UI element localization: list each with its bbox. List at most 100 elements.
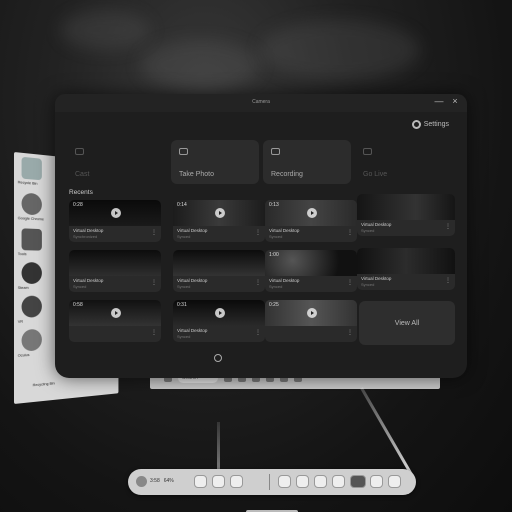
minimize-button[interactable]: — — [433, 96, 445, 106]
recent-video-card[interactable]: Virtual Desktop Synced ⋮ — [357, 194, 455, 236]
video-title: Virtual Desktop — [73, 278, 104, 283]
video-thumbnail — [357, 248, 455, 274]
browser-icon[interactable] — [314, 475, 327, 488]
video-subtitle: Synced — [177, 284, 191, 289]
desktop-icon-label: Recycle Bin — [17, 179, 38, 186]
people-icon[interactable] — [230, 475, 243, 488]
more-icon[interactable]: ⋮ — [347, 229, 353, 236]
video-subtitle: Synced — [361, 282, 375, 287]
video-subtitle: Synced — [177, 234, 191, 239]
more-icon[interactable]: ⋮ — [151, 229, 157, 236]
window-title: Camera — [252, 99, 270, 105]
sky-cloud — [260, 20, 420, 80]
recent-video-card[interactable]: Virtual Desktop Synced ⋮ — [69, 250, 161, 292]
take-photo-button[interactable]: Take Photo — [171, 140, 259, 184]
play-icon[interactable] — [307, 208, 317, 218]
video-duration: 1:00 — [269, 252, 279, 258]
more-icon[interactable]: ⋮ — [255, 279, 261, 286]
more-icon[interactable]: ⋮ — [151, 329, 157, 336]
video-thumbnail — [357, 194, 455, 220]
window-grab-handle-icon[interactable] — [214, 354, 222, 362]
video-title: Virtual Desktop — [73, 228, 104, 233]
sky-cloud — [60, 10, 150, 50]
more-icon[interactable]: ⋮ — [347, 329, 353, 336]
recent-video-card[interactable]: 0:58 ⋮ — [69, 300, 161, 342]
play-icon[interactable] — [215, 208, 225, 218]
close-button[interactable]: × — [449, 96, 461, 106]
video-icon — [271, 148, 280, 155]
desktop-icon-label: Tools — [17, 251, 27, 257]
recycle-bin-icon[interactable] — [21, 156, 42, 181]
more-icon[interactable]: ⋮ — [255, 329, 261, 336]
recent-video-card[interactable]: Virtual Desktop Synced ⋮ — [357, 248, 455, 290]
video-thumbnail — [69, 250, 161, 276]
more-icon[interactable]: ⋮ — [445, 277, 451, 284]
play-icon[interactable] — [307, 308, 317, 318]
play-icon[interactable] — [111, 208, 121, 218]
library-icon[interactable] — [296, 475, 309, 488]
video-title: Virtual Desktop — [177, 328, 208, 333]
view-all-button[interactable]: View All — [359, 301, 455, 345]
camera-icon — [179, 148, 188, 155]
video-duration: 0:28 — [73, 202, 83, 208]
profile-avatar-icon[interactable] — [136, 476, 147, 487]
more-icon[interactable]: ⋮ — [347, 279, 353, 286]
system-dock[interactable]: 3:58 64% — [128, 469, 416, 495]
recent-video-card[interactable]: 0:28 Virtual Desktop Synchronized ⋮ — [69, 200, 161, 242]
more-icon[interactable]: ⋮ — [445, 223, 451, 230]
recent-video-card[interactable]: 0:14 Virtual Desktop Synced ⋮ — [173, 200, 265, 242]
recent-video-card[interactable]: Virtual Desktop Synced ⋮ — [173, 250, 265, 292]
dock-status: 3:58 64% — [150, 478, 174, 484]
vr-icon[interactable] — [21, 295, 42, 318]
desktop-app-icon[interactable] — [350, 475, 366, 488]
action-label: Cast — [75, 171, 90, 178]
clock-time: 3:58 — [150, 478, 160, 484]
title-bar[interactable]: Camera — × — [55, 94, 467, 112]
video-title: Virtual Desktop — [361, 222, 392, 227]
gear-icon — [411, 120, 421, 129]
video-duration: 0:14 — [177, 202, 187, 208]
video-duration: 0:25 — [269, 302, 279, 308]
video-title: Virtual Desktop — [177, 228, 208, 233]
action-label: Take Photo — [179, 171, 215, 178]
recent-video-card[interactable]: 0:31 Virtual Desktop Synced ⋮ — [173, 300, 265, 342]
live-icon — [363, 148, 372, 155]
camera-icon[interactable] — [332, 475, 345, 488]
recents-heading: Recents — [69, 189, 93, 196]
recent-video-card[interactable]: 1:00 Virtual Desktop Synced ⋮ — [265, 250, 357, 292]
app-icon[interactable] — [21, 328, 42, 352]
recent-video-card[interactable]: 0:13 Virtual Desktop Synced ⋮ — [265, 200, 357, 242]
video-subtitle: Synced — [361, 228, 375, 233]
store-icon[interactable] — [278, 475, 291, 488]
desktop-icon-label: VR — [17, 318, 24, 324]
apps-grid-icon[interactable] — [388, 475, 401, 488]
video-subtitle: Synced — [269, 284, 283, 289]
settings-label: Settings — [423, 121, 449, 128]
video-title: Virtual Desktop — [177, 278, 208, 283]
desktop-icon-label: Oculus — [17, 352, 30, 358]
recording-button[interactable]: Recording — [263, 140, 351, 184]
video-subtitle: Synced — [73, 284, 87, 289]
settings-button[interactable]: Settings — [411, 120, 449, 129]
settings-icon[interactable] — [370, 475, 383, 488]
more-icon[interactable]: ⋮ — [255, 229, 261, 236]
more-icon[interactable]: ⋮ — [151, 279, 157, 286]
go-live-button[interactable]: Go Live — [355, 140, 451, 184]
dock-divider — [269, 474, 270, 490]
notifications-icon[interactable] — [194, 475, 207, 488]
play-icon[interactable] — [215, 308, 225, 318]
video-title: Virtual Desktop — [269, 228, 300, 233]
video-duration: 0:31 — [177, 302, 187, 308]
bell-icon[interactable] — [212, 475, 225, 488]
steam-icon[interactable] — [21, 262, 42, 284]
cast-icon — [75, 148, 84, 155]
video-duration: 0:13 — [269, 202, 279, 208]
play-icon[interactable] — [111, 308, 121, 318]
chrome-icon[interactable] — [21, 192, 42, 216]
cast-button[interactable]: Cast — [67, 140, 163, 184]
camera-window[interactable]: Camera — × Settings Cast Take Photo Reco… — [55, 94, 467, 378]
video-thumbnail — [173, 250, 265, 276]
desktop-corner-label: Recycling Bin — [32, 380, 55, 388]
tools-icon[interactable] — [21, 228, 42, 251]
recent-video-card[interactable]: 0:25 ⋮ — [265, 300, 357, 342]
